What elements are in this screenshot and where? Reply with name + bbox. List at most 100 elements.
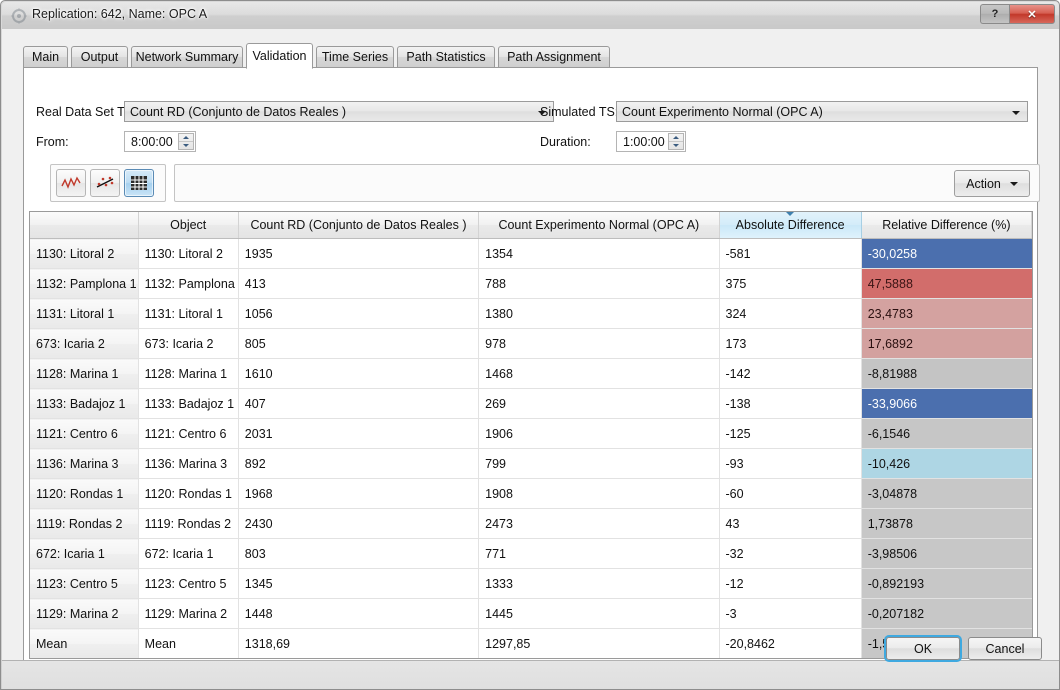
real-count-cell[interactable]: 803	[238, 539, 478, 569]
absolute-difference-cell[interactable]: -125	[719, 419, 861, 449]
simulated-count-cell[interactable]: 1354	[479, 239, 719, 269]
tab-main[interactable]: Main	[23, 46, 68, 68]
table-row[interactable]: 1119: Rondas 21119: Rondas 224302473431,…	[30, 509, 1032, 539]
object-cell[interactable]: 1121: Centro 6	[138, 419, 238, 449]
relative-difference-cell[interactable]: -8,81988	[861, 359, 1031, 389]
spin-down-icon[interactable]	[179, 142, 193, 149]
action-button[interactable]: Action	[954, 170, 1030, 197]
absolute-difference-cell[interactable]: -12	[719, 569, 861, 599]
relative-difference-cell[interactable]: -30,0258	[861, 239, 1031, 269]
relative-difference-cell[interactable]: -0,207182	[861, 599, 1031, 629]
row-id-cell[interactable]: 1119: Rondas 2	[30, 509, 138, 539]
simulated-count-cell[interactable]: 1906	[479, 419, 719, 449]
column-header-relative-difference[interactable]: Relative Difference (%)	[861, 212, 1031, 239]
validation-table-container[interactable]: ObjectCount RD (Conjunto de Datos Reales…	[29, 211, 1033, 659]
relative-difference-cell[interactable]: -10,426	[861, 449, 1031, 479]
simulated-count-cell[interactable]: 788	[479, 269, 719, 299]
column-header-absolute-difference[interactable]: Absolute Difference	[719, 212, 861, 239]
absolute-difference-cell[interactable]: -32	[719, 539, 861, 569]
table-row[interactable]: 672: Icaria 1672: Icaria 1803771-32-3,98…	[30, 539, 1032, 569]
real-count-cell[interactable]: 2430	[238, 509, 478, 539]
close-button[interactable]: ✕	[1009, 4, 1055, 24]
table-row[interactable]: 1130: Litoral 21130: Litoral 219351354-5…	[30, 239, 1032, 269]
row-id-cell[interactable]: Mean	[30, 629, 138, 659]
column-header-count-rd-conjunto-de-datos-reales[interactable]: Count RD (Conjunto de Datos Reales )	[238, 212, 478, 239]
help-button[interactable]: ?	[980, 4, 1009, 24]
table-row[interactable]: 1129: Marina 21129: Marina 214481445-3-0…	[30, 599, 1032, 629]
tab-path-statistics[interactable]: Path Statistics	[397, 46, 495, 68]
row-id-cell[interactable]: 1120: Rondas 1	[30, 479, 138, 509]
real-data-set-combo[interactable]: Count RD (Conjunto de Datos Reales )	[124, 101, 554, 122]
table-row[interactable]: 1128: Marina 11128: Marina 116101468-142…	[30, 359, 1032, 389]
table-row[interactable]: 1120: Rondas 11120: Rondas 119681908-60-…	[30, 479, 1032, 509]
tab-validation[interactable]: Validation	[246, 43, 313, 69]
absolute-difference-cell[interactable]: -581	[719, 239, 861, 269]
simulated-count-cell[interactable]: 1297,85	[479, 629, 719, 659]
absolute-difference-cell[interactable]: 43	[719, 509, 861, 539]
row-id-cell[interactable]: 1121: Centro 6	[30, 419, 138, 449]
simulated-count-cell[interactable]: 1908	[479, 479, 719, 509]
column-header-object[interactable]: Object	[138, 212, 238, 239]
simulated-ts-combo[interactable]: Count Experimento Normal (OPC A)	[616, 101, 1028, 122]
row-id-cell[interactable]: 1132: Pamplona 1	[30, 269, 138, 299]
table-row[interactable]: 673: Icaria 2673: Icaria 280597817317,68…	[30, 329, 1032, 359]
relative-difference-cell[interactable]: 1,73878	[861, 509, 1031, 539]
row-id-cell[interactable]: 673: Icaria 2	[30, 329, 138, 359]
simulated-count-cell[interactable]: 771	[479, 539, 719, 569]
object-cell[interactable]: 1133: Badajoz 1	[138, 389, 238, 419]
simulated-count-cell[interactable]: 1445	[479, 599, 719, 629]
spin-down-icon[interactable]	[669, 142, 683, 149]
object-cell[interactable]: 1128: Marina 1	[138, 359, 238, 389]
absolute-difference-cell[interactable]: -3	[719, 599, 861, 629]
object-cell[interactable]: 1129: Marina 2	[138, 599, 238, 629]
simulated-count-cell[interactable]: 1468	[479, 359, 719, 389]
table-row[interactable]: 1123: Centro 51123: Centro 513451333-12-…	[30, 569, 1032, 599]
real-count-cell[interactable]: 407	[238, 389, 478, 419]
row-id-cell[interactable]: 672: Icaria 1	[30, 539, 138, 569]
absolute-difference-cell[interactable]: -142	[719, 359, 861, 389]
absolute-difference-cell[interactable]: 324	[719, 299, 861, 329]
absolute-difference-cell[interactable]: -60	[719, 479, 861, 509]
simulated-count-cell[interactable]: 269	[479, 389, 719, 419]
real-count-cell[interactable]: 1610	[238, 359, 478, 389]
real-count-cell[interactable]: 892	[238, 449, 478, 479]
tab-output[interactable]: Output	[71, 46, 128, 68]
absolute-difference-cell[interactable]: -93	[719, 449, 861, 479]
table-row[interactable]: 1131: Litoral 11131: Litoral 11056138032…	[30, 299, 1032, 329]
real-count-cell[interactable]: 1935	[238, 239, 478, 269]
absolute-difference-cell[interactable]: 375	[719, 269, 861, 299]
relative-difference-cell[interactable]: -6,1546	[861, 419, 1031, 449]
relative-difference-cell[interactable]: -33,9066	[861, 389, 1031, 419]
from-spin-buttons[interactable]	[178, 133, 194, 150]
row-id-cell[interactable]: 1133: Badajoz 1	[30, 389, 138, 419]
object-cell[interactable]: 1123: Centro 5	[138, 569, 238, 599]
row-id-cell[interactable]: 1131: Litoral 1	[30, 299, 138, 329]
absolute-difference-cell[interactable]: -20,8462	[719, 629, 861, 659]
table-view-button[interactable]	[124, 169, 154, 197]
absolute-difference-cell[interactable]: -138	[719, 389, 861, 419]
duration-spinner[interactable]: 1:00:00	[616, 131, 686, 152]
object-cell[interactable]: 1131: Litoral 1	[138, 299, 238, 329]
object-cell[interactable]: 1119: Rondas 2	[138, 509, 238, 539]
relative-difference-cell[interactable]: -3,04878	[861, 479, 1031, 509]
spin-up-icon[interactable]	[669, 134, 683, 142]
row-id-cell[interactable]: 1136: Marina 3	[30, 449, 138, 479]
simulated-count-cell[interactable]: 978	[479, 329, 719, 359]
column-header-count-experimento-normal-opc-a[interactable]: Count Experimento Normal (OPC A)	[479, 212, 719, 239]
object-cell[interactable]: 1132: Pamplona 1	[138, 269, 238, 299]
object-cell[interactable]: 1120: Rondas 1	[138, 479, 238, 509]
real-count-cell[interactable]: 413	[238, 269, 478, 299]
table-row[interactable]: 1121: Centro 61121: Centro 620311906-125…	[30, 419, 1032, 449]
object-cell[interactable]: 1130: Litoral 2	[138, 239, 238, 269]
simulated-count-cell[interactable]: 799	[479, 449, 719, 479]
relative-difference-cell[interactable]: 23,4783	[861, 299, 1031, 329]
duration-spin-buttons[interactable]	[668, 133, 684, 150]
real-count-cell[interactable]: 1448	[238, 599, 478, 629]
table-row[interactable]: MeanMean1318,691297,85-20,8462-1,58082	[30, 629, 1032, 659]
cancel-button[interactable]: Cancel	[968, 637, 1042, 660]
simulated-count-cell[interactable]: 2473	[479, 509, 719, 539]
object-cell[interactable]: 672: Icaria 1	[138, 539, 238, 569]
row-id-cell[interactable]: 1123: Centro 5	[30, 569, 138, 599]
ok-button[interactable]: OK	[886, 637, 960, 660]
table-row[interactable]: 1133: Badajoz 11133: Badajoz 1407269-138…	[30, 389, 1032, 419]
